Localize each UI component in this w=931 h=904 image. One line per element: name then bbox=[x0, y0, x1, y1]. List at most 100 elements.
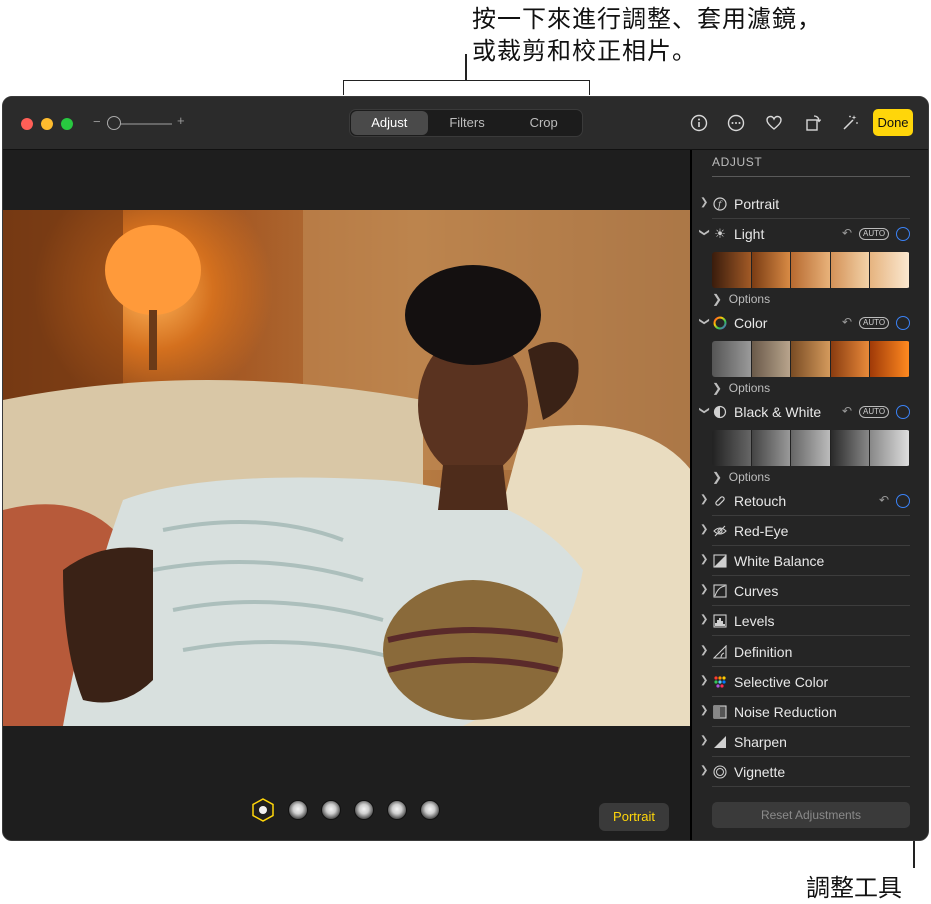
done-button[interactable]: Done bbox=[873, 109, 913, 136]
portrait-f-icon: f bbox=[712, 196, 728, 212]
chevron-right-icon[interactable]: ❯ bbox=[700, 765, 708, 776]
row-divider bbox=[712, 515, 910, 516]
portrait-label: Portrait bbox=[734, 196, 780, 212]
chevron-down-icon[interactable]: ❯ bbox=[699, 317, 710, 325]
undo-icon[interactable]: ↶ bbox=[842, 315, 852, 329]
adjust-row-levels[interactable]: ❯ Levels bbox=[692, 608, 912, 636]
callout-top: 按一下來進行調整、套用濾鏡， 或裁剪和校正相片。 bbox=[472, 4, 822, 68]
row-divider bbox=[712, 726, 910, 727]
undo-icon[interactable]: ↶ bbox=[842, 404, 852, 418]
adjust-row-white-balance[interactable]: ❯ White Balance bbox=[692, 548, 912, 576]
levels-icon bbox=[712, 613, 728, 629]
callout-top-line1: 按一下來進行調整、套用濾鏡， bbox=[472, 6, 822, 33]
stage-light-mono-icon[interactable] bbox=[387, 800, 407, 820]
heart-icon[interactable] bbox=[764, 113, 784, 133]
adjust-row-vignette[interactable]: ❯ Vignette bbox=[692, 759, 912, 787]
zoom-slider-knob[interactable] bbox=[107, 116, 121, 130]
reset-adjustments-button[interactable]: Reset Adjustments bbox=[712, 802, 910, 828]
auto-button[interactable]: AUTO bbox=[859, 228, 890, 240]
adjust-row-black-white[interactable]: ❯ Black & White ↶ AUTO bbox=[692, 399, 912, 425]
natural-light-icon[interactable] bbox=[251, 798, 275, 822]
chevron-right-icon[interactable]: ❯ bbox=[700, 614, 708, 625]
chevron-down-icon[interactable]: ❯ bbox=[699, 406, 710, 414]
tab-adjust[interactable]: Adjust bbox=[351, 111, 428, 135]
light-options[interactable]: ❯ Options bbox=[712, 292, 770, 306]
chevron-right-icon[interactable]: ❯ bbox=[700, 524, 708, 535]
adjust-row-light[interactable]: ❯ ☀ Light ↶ AUTO bbox=[692, 221, 912, 247]
bw-frame bbox=[751, 430, 792, 466]
row-divider bbox=[712, 545, 910, 546]
light-toggle[interactable] bbox=[896, 227, 910, 241]
chevron-right-icon[interactable]: ❯ bbox=[700, 735, 708, 746]
undo-icon[interactable]: ↶ bbox=[879, 493, 889, 507]
color-frame bbox=[791, 341, 831, 377]
zoom-in-icon[interactable]: + bbox=[177, 113, 185, 128]
tab-filters[interactable]: Filters bbox=[429, 110, 506, 136]
row-divider bbox=[712, 786, 910, 787]
chevron-right-icon[interactable]: ❯ bbox=[700, 705, 708, 716]
vignette-label: Vignette bbox=[734, 764, 786, 780]
stage-light-icon[interactable] bbox=[354, 800, 374, 820]
retouch-toggle[interactable] bbox=[896, 494, 910, 508]
adjust-row-curves[interactable]: ❯ Curves bbox=[692, 578, 912, 606]
portrait-button[interactable]: Portrait bbox=[599, 803, 669, 831]
adjust-row-noise-reduction[interactable]: ❯ Noise Reduction bbox=[692, 699, 912, 727]
chevron-right-icon[interactable]: ❯ bbox=[700, 584, 708, 595]
tab-crop[interactable]: Crop bbox=[505, 110, 582, 136]
adjust-row-definition[interactable]: ❯ Definition bbox=[692, 639, 912, 667]
light-filmstrip[interactable] bbox=[712, 252, 910, 288]
adjust-row-red-eye[interactable]: ❯ Red-Eye bbox=[692, 518, 912, 546]
bandage-icon bbox=[712, 493, 728, 509]
color-frame bbox=[712, 341, 752, 377]
chevron-right-icon[interactable]: ❯ bbox=[700, 197, 708, 208]
studio-light-icon[interactable] bbox=[288, 800, 308, 820]
adjust-row-retouch[interactable]: ❯ Retouch ↶ bbox=[692, 488, 912, 516]
callout-leader bbox=[465, 54, 467, 80]
adjust-row-selective-color[interactable]: ❯ Selective Color bbox=[692, 669, 912, 697]
contour-light-icon[interactable] bbox=[321, 800, 341, 820]
info-icon[interactable] bbox=[689, 113, 709, 133]
chevron-right-icon[interactable]: ❯ bbox=[700, 494, 708, 505]
black-white-toggle[interactable] bbox=[896, 405, 910, 419]
more-icon[interactable] bbox=[726, 113, 746, 133]
color-options[interactable]: ❯ Options bbox=[712, 381, 770, 395]
chevron-down-icon[interactable]: ❯ bbox=[699, 228, 710, 236]
chevron-right-icon[interactable]: ❯ bbox=[700, 645, 708, 656]
chevron-right-icon[interactable]: ❯ bbox=[700, 554, 708, 565]
bw-frame bbox=[830, 430, 871, 466]
rotate-icon[interactable] bbox=[803, 113, 823, 133]
zoom-out-icon[interactable]: − bbox=[93, 114, 101, 129]
adjust-sidebar: ADJUST ❯ f Portrait ❯ ☀ Light ↶ AUTO ❯ O… bbox=[692, 150, 928, 840]
color-toggle[interactable] bbox=[896, 316, 910, 330]
adjust-row-sharpen[interactable]: ❯ Sharpen bbox=[692, 729, 912, 757]
close-button[interactable] bbox=[21, 118, 33, 130]
light-frame bbox=[712, 252, 752, 288]
portrait-photo bbox=[3, 210, 691, 726]
undo-icon[interactable]: ↶ bbox=[842, 226, 852, 240]
chevron-right-icon[interactable]: ❯ bbox=[700, 675, 708, 686]
zoom-window-button[interactable] bbox=[61, 118, 73, 130]
callout-bottom: 調整工具 bbox=[806, 875, 902, 902]
color-frame bbox=[751, 341, 792, 377]
auto-button[interactable]: AUTO bbox=[859, 406, 890, 418]
auto-enhance-icon[interactable] bbox=[840, 113, 860, 133]
minimize-button[interactable] bbox=[41, 118, 53, 130]
bw-frame bbox=[791, 430, 831, 466]
definition-label: Definition bbox=[734, 644, 793, 660]
color-filmstrip[interactable] bbox=[712, 341, 910, 377]
adjust-row-portrait[interactable]: ❯ f Portrait bbox=[692, 191, 912, 219]
noise-reduction-label: Noise Reduction bbox=[734, 704, 837, 720]
black-white-filmstrip[interactable] bbox=[712, 430, 910, 466]
options-label: Options bbox=[728, 381, 771, 395]
high-key-light-mono-icon[interactable] bbox=[420, 800, 440, 820]
adjust-row-color[interactable]: ❯ Color ↶ AUTO bbox=[692, 310, 912, 336]
color-frame bbox=[870, 341, 910, 377]
auto-button[interactable]: AUTO bbox=[859, 317, 890, 329]
photo-illustration bbox=[3, 210, 691, 726]
sun-icon: ☀ bbox=[714, 226, 726, 241]
black-white-options[interactable]: ❯ Options bbox=[712, 470, 770, 484]
eye-icon bbox=[712, 523, 728, 539]
row-divider bbox=[712, 575, 910, 576]
sharpen-icon bbox=[712, 734, 728, 750]
black-white-label: Black & White bbox=[734, 404, 822, 420]
